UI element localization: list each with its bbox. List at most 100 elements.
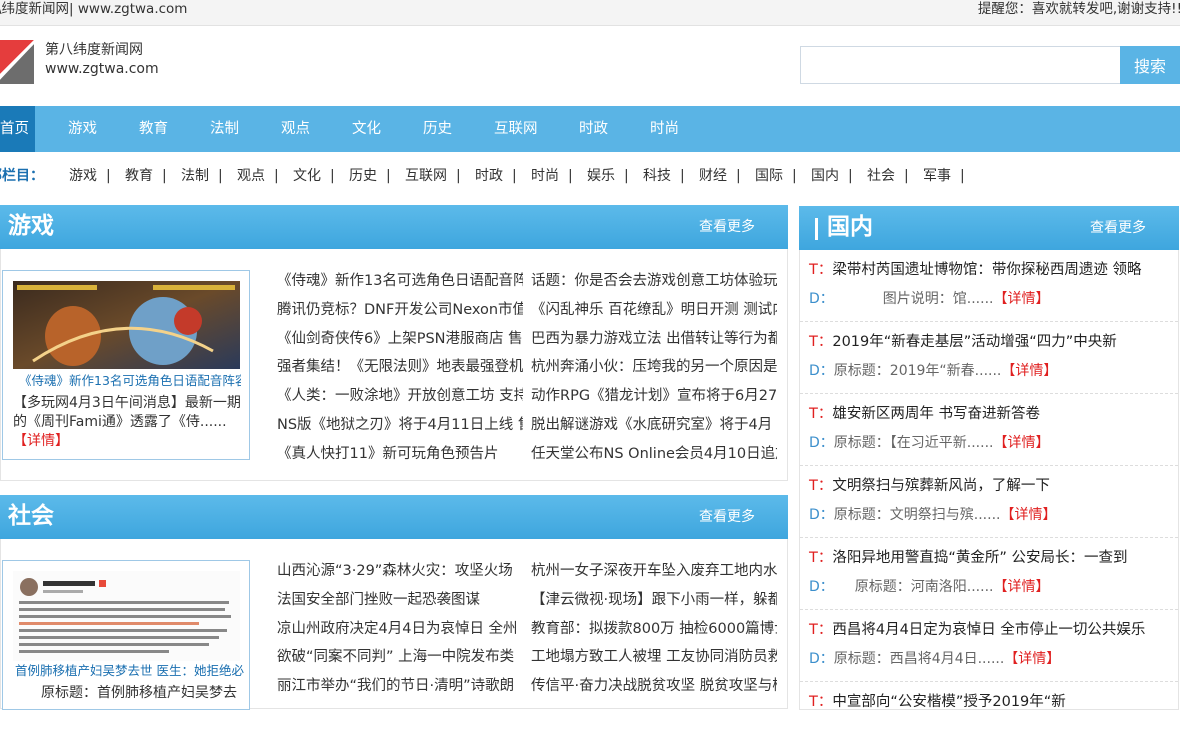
- title-text[interactable]: 中宣部向“公安楷模”授予2019年“新: [832, 694, 1065, 710]
- search-input[interactable]: [800, 46, 1120, 84]
- title-text[interactable]: 雄安新区两周年 书写奋进新答卷: [832, 406, 1040, 422]
- list-item-title[interactable]: T：梁带村芮国遗址博物馆：带你探秘西周遗迹 领略: [809, 260, 1141, 280]
- category-link[interactable]: 文化: [293, 166, 321, 186]
- news-link[interactable]: 《闪乱神乐 百花缭乱》明日开测 测试内: [531, 296, 777, 325]
- games-feature-card[interactable]: 《侍魂》新作13名可选角色日语配音阵容 【多玩网4月3日午间消息】最新一期的《周…: [2, 270, 250, 460]
- news-link[interactable]: 杭州一女子深夜开车坠入废弃工地内水: [531, 557, 777, 586]
- society-feature-caption[interactable]: 首例肺移植产妇吴梦去世 医生：她拒绝必: [15, 663, 245, 679]
- title-text[interactable]: 梁带村芮国遗址博物馆：带你探秘西周遗迹 领略: [832, 262, 1141, 278]
- news-link[interactable]: 任天堂公布NS Online会员4月10日追加: [531, 440, 777, 469]
- news-link[interactable]: 《真人快打11》新可玩角色预告片: [277, 440, 523, 469]
- nav-item-history[interactable]: 历史: [423, 106, 452, 152]
- main-nav: 首页 游戏 教育 法制 观点 文化 历史 互联网 时政 时尚: [0, 106, 1180, 152]
- title-text[interactable]: 西昌将4月4日定为哀悼日 全市停止一切公共娱乐: [832, 622, 1145, 638]
- detail-link[interactable]: 【详情】: [993, 291, 1049, 307]
- news-link[interactable]: 丽江市举办“我们的节日·清明”诗歌朗: [277, 672, 523, 701]
- search-button[interactable]: 搜索: [1120, 46, 1180, 84]
- news-link[interactable]: 工地塌方致工人被埋 工友协同消防员救: [531, 643, 777, 672]
- news-link[interactable]: 巴西为暴力游戏立法 出借转让等行为都: [531, 325, 777, 354]
- category-link[interactable]: 教育: [125, 166, 153, 186]
- nav-item-culture[interactable]: 文化: [352, 106, 381, 152]
- list-item-title[interactable]: T：中宣部向“公安楷模”授予2019年“新: [809, 692, 1066, 712]
- list-item-desc: D：原标题：2019年“新春......【详情】: [809, 361, 1057, 381]
- list-item[interactable]: T：2019年“新春走基层”活动增强“四力”中央新 D：原标题：2019年“新春…: [800, 322, 1178, 394]
- news-link[interactable]: 教育部：拟拨款800万 抽检6000篇博士: [531, 615, 777, 644]
- title-text[interactable]: 洛阳异地用警直捣“黄金所” 公安局长：一查到: [832, 550, 1127, 566]
- top-strip-site-text: \纬度新闻网| www.zgtwa.com: [0, 1, 188, 17]
- detail-link[interactable]: 【详情】: [993, 579, 1049, 595]
- list-item[interactable]: T：梁带村芮国遗址博物馆：带你探秘西周遗迹 领略 D： 图片说明：馆......…: [800, 250, 1178, 322]
- nav-item-education[interactable]: 教育: [139, 106, 168, 152]
- nav-item-law[interactable]: 法制: [210, 106, 239, 152]
- category-link[interactable]: 国内: [811, 166, 839, 186]
- list-item-title[interactable]: T：西昌将4月4日定为哀悼日 全市停止一切公共娱乐: [809, 620, 1145, 640]
- news-link[interactable]: 脱出解谜游戏《水底研究室》将于4月: [531, 411, 777, 440]
- category-link[interactable]: 时政: [475, 166, 503, 186]
- nav-item-fashion[interactable]: 时尚: [650, 106, 679, 152]
- society-feature-image[interactable]: [13, 571, 240, 661]
- list-item[interactable]: T：中宣部向“公安楷模”授予2019年“新: [800, 682, 1178, 754]
- category-link[interactable]: 历史: [349, 166, 377, 186]
- news-link[interactable]: 欲破“同案不同判” 上海一中院发布类: [277, 643, 523, 672]
- category-link[interactable]: 国际: [755, 166, 783, 186]
- category-link[interactable]: 科技: [643, 166, 671, 186]
- detail-link[interactable]: 【详情】: [1004, 651, 1060, 667]
- category-link[interactable]: 娱乐: [587, 166, 615, 186]
- news-link[interactable]: 法国安全部门挫败一起恐袭图谋: [277, 586, 523, 615]
- site-name[interactable]: 第八纬度新闻网 www.zgtwa.com: [45, 41, 159, 79]
- news-link[interactable]: 凉山州政府决定4月4日为哀悼日 全州: [277, 615, 523, 644]
- news-link[interactable]: 话题：你是否会去游戏创意工坊体验玩: [531, 267, 777, 296]
- nav-item-politics[interactable]: 时政: [579, 106, 608, 152]
- news-link[interactable]: 《仙剑奇侠传6》上架PSN港服商店 售: [277, 325, 523, 354]
- news-link[interactable]: 山西沁源“3·29”森林火灾：攻坚火场: [277, 557, 523, 586]
- site-logo-icon[interactable]: [0, 38, 34, 84]
- list-item[interactable]: T：西昌将4月4日定为哀悼日 全市停止一切公共娱乐 D：原标题：西昌将4月4日.…: [800, 610, 1178, 682]
- news-link[interactable]: 杭州奔涌小伙：压垮我的另一个原因是: [531, 353, 777, 382]
- society-feature-card[interactable]: 首例肺移植产妇吴梦去世 医生：她拒绝必 原标题：首例肺移植产妇吴梦去: [2, 560, 250, 710]
- category-link[interactable]: 财经: [699, 166, 727, 186]
- title-text[interactable]: 文明祭扫与殡葬新风尚，了解一下: [832, 478, 1050, 494]
- separator: |: [512, 168, 517, 184]
- category-link[interactable]: 社会: [867, 166, 895, 186]
- list-item-desc: D：原标题：西昌将4月4日......【详情】: [809, 649, 1060, 669]
- detail-link[interactable]: 【详情】: [1000, 507, 1056, 523]
- list-item[interactable]: T：文明祭扫与殡葬新风尚，了解一下 D：原标题：文明祭扫与殡......【详情】: [800, 466, 1178, 538]
- title-text[interactable]: 2019年“新春走基层”活动增强“四力”中央新: [832, 334, 1116, 350]
- list-item[interactable]: T：雄安新区两周年 书写奋进新答卷 D：原标题：【在习近平新......【详情】: [800, 394, 1178, 466]
- category-link[interactable]: 观点: [237, 166, 265, 186]
- detail-link[interactable]: 【详情】: [1001, 363, 1057, 379]
- games-feature-image[interactable]: [13, 281, 240, 369]
- list-item-title[interactable]: T：洛阳异地用警直捣“黄金所” 公安局长：一查到: [809, 548, 1128, 568]
- society-more-link[interactable]: 查看更多: [699, 508, 755, 526]
- list-item-title[interactable]: T：文明祭扫与殡葬新风尚，了解一下: [809, 476, 1050, 496]
- list-item[interactable]: T：洛阳异地用警直捣“黄金所” 公安局长：一查到 D： 原标题：河南洛阳....…: [800, 538, 1178, 610]
- news-link[interactable]: 【津云微视·现场】跟下小雨一样，躲都: [531, 586, 777, 615]
- category-link[interactable]: 游戏: [69, 166, 97, 186]
- nav-item-games[interactable]: 游戏: [68, 106, 97, 152]
- news-link[interactable]: 强者集结！《无限法则》地表最强登机: [277, 353, 523, 382]
- separator: |: [274, 168, 279, 184]
- news-link[interactable]: 动作RPG《猎龙计划》宣布将于6月27: [531, 382, 777, 411]
- detail-link[interactable]: 【详情】: [993, 435, 1049, 451]
- nav-item-internet[interactable]: 互联网: [494, 106, 538, 152]
- games-news-list-2: 话题：你是否会去游戏创意工坊体验玩 《闪乱神乐 百花缭乱》明日开测 测试内 巴西…: [531, 267, 777, 469]
- domestic-more-link[interactable]: 查看更多: [1090, 219, 1146, 237]
- news-link[interactable]: 《侍魂》新作13名可选角色日语配音阵容: [277, 267, 523, 296]
- category-link[interactable]: 法制: [181, 166, 209, 186]
- games-more-link[interactable]: 查看更多: [699, 218, 755, 236]
- game-screenshot-icon: [13, 281, 240, 369]
- news-link[interactable]: 传信平·奋力决战脱贫攻坚 脱贫攻坚与检: [531, 672, 777, 701]
- nav-item-home[interactable]: 首页: [0, 106, 35, 152]
- list-item-title[interactable]: T：2019年“新春走基层”活动增强“四力”中央新: [809, 332, 1117, 352]
- games-feature-detail-link[interactable]: 【详情】: [13, 433, 69, 449]
- games-feature-caption[interactable]: 《侍魂》新作13名可选角色日语配音阵容: [19, 373, 241, 389]
- news-link[interactable]: 《人类：一败涂地》开放创意工坊 支持: [277, 382, 523, 411]
- nav-item-opinion[interactable]: 观点: [281, 106, 310, 152]
- category-link[interactable]: 时尚: [531, 166, 559, 186]
- news-link[interactable]: 腾讯仍竞标？DNF开发公司Nexon市值: [277, 296, 523, 325]
- title-tag: T：: [809, 334, 833, 350]
- category-link[interactable]: 互联网: [405, 166, 447, 186]
- news-link[interactable]: NS版《地狱之刃》将于4月11日上线 售: [277, 411, 523, 440]
- category-link[interactable]: 军事: [923, 166, 951, 186]
- list-item-title[interactable]: T：雄安新区两周年 书写奋进新答卷: [809, 404, 1040, 424]
